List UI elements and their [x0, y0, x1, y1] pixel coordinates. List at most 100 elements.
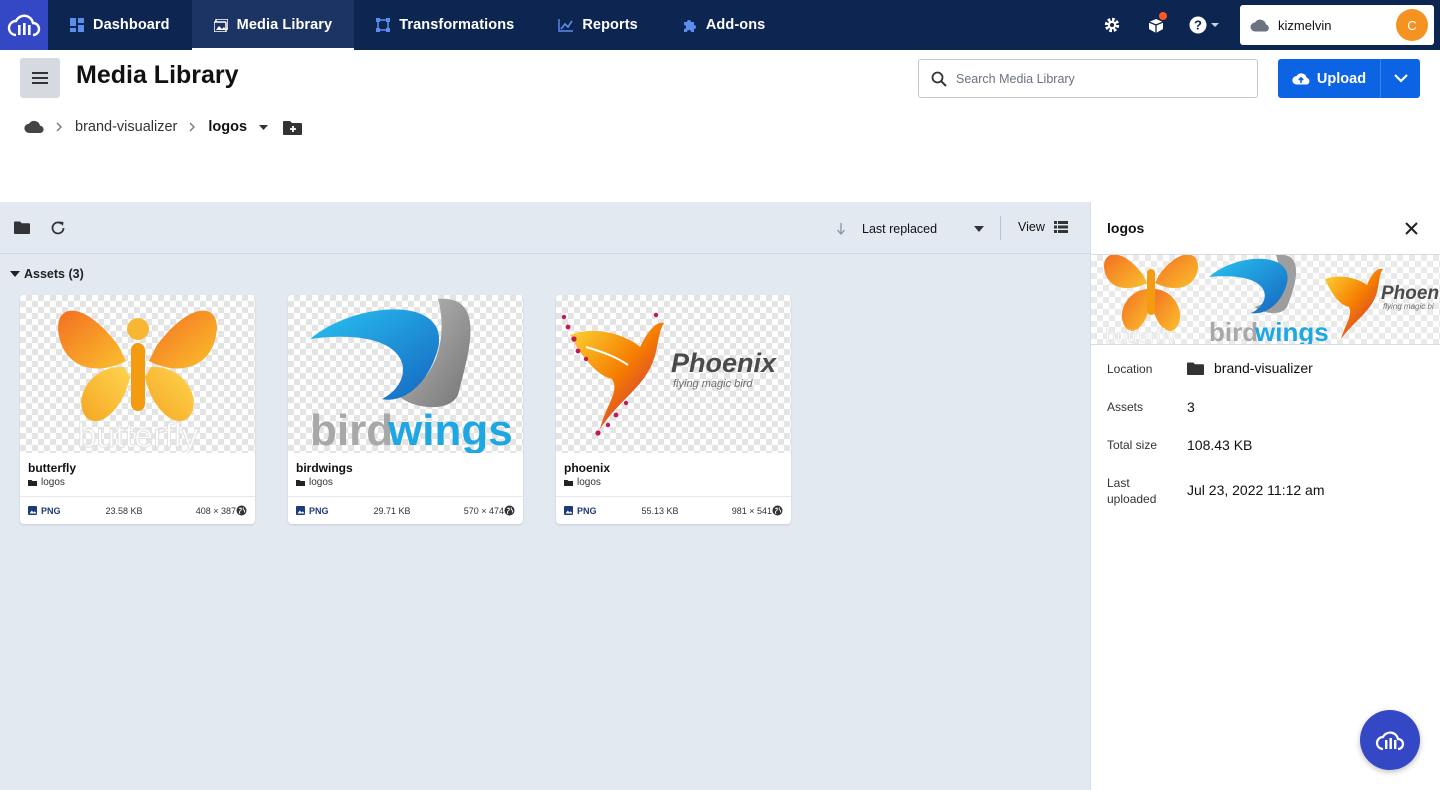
cloud-root-icon[interactable] — [24, 120, 44, 134]
detail-label-location: Location — [1107, 362, 1153, 376]
asset-folder-label: logos — [577, 477, 601, 488]
view-toggle[interactable]: View — [1018, 220, 1068, 234]
cloud-upload-icon — [1292, 73, 1310, 85]
nav-tab-add-ons[interactable]: Add-ons — [660, 0, 788, 50]
folder-icon — [296, 480, 305, 486]
support-chat-button[interactable] — [1360, 710, 1420, 770]
chevron-down-icon — [1393, 74, 1408, 83]
image-icon — [564, 506, 573, 515]
folder-icon — [1187, 362, 1204, 375]
asset-folder-label: logos — [309, 477, 333, 488]
folder-icon — [564, 480, 573, 486]
preview-phoenix-tagline: flying magic bi — [1383, 302, 1434, 311]
sort-dropdown[interactable]: Last replaced — [836, 217, 984, 241]
folder-preview: butterfly bird wings Phoen flying magic … — [1091, 255, 1440, 345]
asset-meta: PNG 29.71 KB 570 × 474 — [288, 496, 523, 524]
logo-wordmark-part-b: wings — [387, 406, 513, 453]
avatar[interactable]: C — [1396, 9, 1428, 41]
asset-name[interactable]: phoenix — [564, 461, 610, 475]
help-icon: ? — [1189, 16, 1219, 34]
upload-button-group: Upload — [1278, 59, 1420, 98]
notifications-button[interactable] — [1134, 0, 1178, 50]
top-navigation: Dashboard Media Library Transformations … — [0, 0, 1440, 50]
chevron-right-icon — [56, 122, 63, 132]
asset-thumbnail[interactable]: butterfly — [20, 295, 255, 453]
toolbar-divider — [1000, 216, 1001, 240]
caret-down-icon[interactable] — [259, 124, 269, 130]
cloud-icon — [1250, 19, 1269, 31]
asset-name[interactable]: birdwings — [296, 461, 353, 475]
dashboard-icon — [70, 18, 84, 32]
asset-name[interactable]: butterfly — [28, 461, 76, 475]
asset-folder[interactable]: logos — [564, 477, 601, 488]
reports-icon — [558, 18, 574, 32]
asset-format: PNG — [28, 506, 84, 516]
upload-button[interactable]: Upload — [1278, 59, 1380, 98]
detail-value-assets: 3 — [1187, 399, 1195, 415]
upload-options-button[interactable] — [1380, 59, 1420, 98]
globe-icon[interactable] — [772, 505, 783, 516]
breadcrumb-item-brand-visualizer[interactable]: brand-visualizer — [75, 119, 177, 135]
nav-tab-label: Transformations — [399, 17, 515, 33]
account-name: kizmelvin — [1278, 17, 1332, 33]
chevron-right-icon — [189, 122, 196, 132]
puzzle-icon — [683, 19, 696, 32]
sidebar-toggle-button[interactable] — [20, 58, 60, 98]
new-folder-icon[interactable] — [283, 120, 303, 135]
nav-tab-transformations[interactable]: Transformations — [354, 0, 536, 50]
panel-title: logos — [1107, 220, 1145, 236]
asset-folder[interactable]: logos — [28, 477, 65, 488]
globe-icon[interactable] — [236, 505, 247, 516]
asset-thumbnail[interactable]: Phoenix flying magic bird — [556, 295, 791, 453]
settings-button[interactable] — [1090, 0, 1134, 50]
svg-text:?: ? — [1194, 18, 1202, 33]
image-icon — [28, 506, 37, 515]
globe-icon[interactable] — [504, 505, 515, 516]
page-title: Media Library — [76, 61, 239, 89]
nav-tab-label: Add-ons — [705, 17, 766, 33]
asset-dimensions: 408 × 387 — [195, 505, 237, 516]
account-switcher[interactable]: kizmelvin C — [1240, 5, 1434, 45]
assets-section-toggle[interactable]: Assets (3) — [10, 267, 84, 281]
detail-label-assets: Assets — [1107, 400, 1144, 414]
nav-tab-dashboard[interactable]: Dashboard — [48, 0, 192, 50]
close-icon[interactable] — [1405, 222, 1418, 240]
asset-card-phoenix[interactable]: Phoenix flying magic bird phoenix logos … — [556, 295, 791, 524]
folder-details-panel: logos butterfly bird wings Phoen flying … — [1090, 202, 1440, 790]
assets-count-label: Assets (3) — [24, 267, 84, 281]
sort-direction-icon[interactable] — [836, 223, 846, 235]
image-icon — [296, 506, 305, 515]
asset-toolbar: Last replaced View — [0, 202, 1090, 254]
asset-dimensions: 570 × 474 — [463, 505, 505, 516]
detail-label-last-uploaded: Last uploaded — [1107, 476, 1157, 506]
transformations-icon — [376, 18, 391, 32]
search-icon — [931, 71, 947, 87]
butterfly-logo-image: butterfly — [58, 310, 217, 453]
help-menu-button[interactable]: ? — [1178, 0, 1230, 50]
notification-dot — [1159, 12, 1167, 20]
preview-bird-text: bird — [1209, 317, 1258, 345]
folder-preview-collage: butterfly bird wings Phoen flying magic … — [1104, 255, 1439, 345]
detail-value-location[interactable]: brand-visualizer — [1187, 360, 1313, 376]
nav-tab-reports[interactable]: Reports — [536, 0, 660, 50]
cloudinary-logo[interactable] — [0, 0, 48, 50]
refresh-icon[interactable] — [50, 220, 66, 241]
breadcrumb-item-logos[interactable]: logos — [208, 119, 247, 135]
view-label: View — [1018, 220, 1045, 234]
cloud-logo-icon — [1375, 731, 1405, 751]
nav-right-tools: ? kizmelvin C — [1090, 0, 1440, 50]
nav-tab-label: Media Library — [236, 17, 333, 33]
asset-folder[interactable]: logos — [296, 477, 333, 488]
caret-down-icon — [10, 271, 20, 277]
nav-tab-media-library[interactable]: Media Library — [191, 0, 355, 50]
preview-phoenix-text: Phoen — [1381, 283, 1439, 304]
asset-card-butterfly[interactable]: butterfly butterfly logos PNG 23.58 KB 4… — [20, 295, 255, 524]
asset-thumbnail[interactable]: bird wings — [288, 295, 523, 453]
asset-card-birdwings[interactable]: bird wings birdwings logos PNG 29.71 KB … — [288, 295, 523, 524]
search-input[interactable] — [956, 71, 1236, 86]
breadcrumb: brand-visualizer logos — [24, 119, 303, 135]
caret-down-icon — [974, 226, 984, 232]
folder-icon[interactable] — [14, 221, 30, 239]
search-box[interactable] — [918, 59, 1258, 98]
detail-value-last-uploaded: Jul 23, 2022 11:12 am — [1187, 482, 1325, 498]
